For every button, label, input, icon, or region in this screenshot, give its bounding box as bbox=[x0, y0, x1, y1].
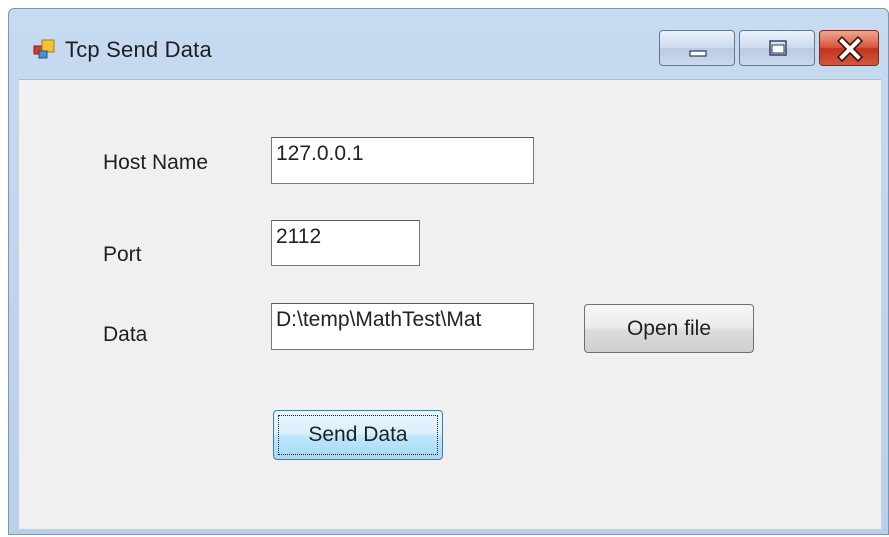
close-button[interactable] bbox=[819, 30, 879, 66]
port-label: Port bbox=[103, 243, 142, 266]
maximize-button[interactable] bbox=[739, 30, 815, 66]
send-data-button[interactable]: Send Data bbox=[273, 410, 443, 460]
host-name-label: Host Name bbox=[103, 151, 209, 174]
minimize-button[interactable] bbox=[659, 30, 735, 66]
data-input[interactable]: D:\temp\MathTest\Mat bbox=[271, 303, 534, 350]
maximize-icon bbox=[769, 40, 787, 56]
focus-rectangle bbox=[278, 415, 438, 455]
window-title: Tcp Send Data bbox=[65, 37, 212, 62]
data-label: Data bbox=[103, 323, 148, 346]
title-bar[interactable]: Tcp Send Data bbox=[9, 9, 888, 79]
app-icon bbox=[33, 39, 55, 59]
host-name-input[interactable]: 127.0.0.1 bbox=[271, 137, 534, 184]
minimize-icon bbox=[689, 50, 707, 57]
form-client-area: Host Name 127.0.0.1 Port 2112 Data D:\te… bbox=[19, 79, 881, 529]
app-window: Tcp Send Data Host Name 127.0.0.1 Port 2… bbox=[8, 8, 889, 535]
port-input[interactable]: 2112 bbox=[271, 220, 420, 266]
open-file-button-label: Open file bbox=[626, 317, 712, 340]
close-icon bbox=[837, 36, 863, 62]
open-file-button[interactable]: Open file bbox=[584, 304, 754, 353]
